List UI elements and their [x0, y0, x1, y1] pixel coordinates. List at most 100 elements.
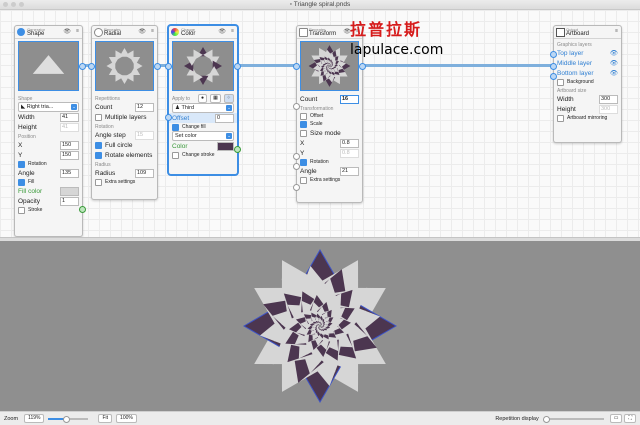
layer-bottom[interactable]: Bottom layer [557, 70, 607, 77]
fill-color-port[interactable] [79, 206, 86, 213]
menu-icon[interactable]: ≡ [615, 28, 618, 34]
radial-node[interactable]: Repeater Radial 👁 ≡ Repetitions Count 12 … [88, 25, 161, 200]
extra-settings-checkbox[interactable] [95, 178, 102, 186]
extra-settings-checkbox[interactable] [300, 176, 307, 184]
apply-grid-button[interactable]: ▦ [210, 94, 221, 103]
input-port[interactable] [165, 63, 172, 70]
dot-icon: ● [201, 95, 205, 101]
eye-icon[interactable]: 👁 [218, 28, 226, 35]
artboard-node[interactable]: Output Artboard ≡ Graphics layers Top la… [550, 25, 622, 143]
zoom-label: Zoom [4, 415, 19, 422]
wire-transform-artboard [360, 64, 553, 67]
window-title-text: Triangle spiral.pnds [293, 1, 351, 8]
background-label: Background [567, 79, 594, 85]
bottom-layer-port[interactable] [550, 73, 557, 80]
zoom-slider[interactable] [48, 415, 89, 423]
stroke-checkbox[interactable] [18, 206, 25, 214]
eye-icon[interactable]: 👁 [63, 28, 71, 35]
input-port[interactable] [293, 63, 300, 70]
mirroring-checkbox[interactable] [557, 114, 564, 122]
fill-label: Fill [28, 179, 35, 185]
count-port[interactable] [293, 103, 300, 110]
rotate-elements-label: Rotate elements [105, 151, 153, 159]
fill-color-swatch[interactable] [60, 186, 79, 196]
change-stroke-checkbox[interactable] [172, 151, 179, 159]
multiple-layers-checkbox[interactable] [95, 113, 102, 121]
artboard-height-input[interactable]: 300 [599, 104, 618, 114]
top-layer-port[interactable] [550, 51, 557, 58]
full-circle-checkbox[interactable] [95, 141, 102, 149]
apply-single-button[interactable]: ● [198, 94, 208, 103]
shape-type-select[interactable]: ◣ Right tria... ⌄ [18, 102, 79, 112]
menu-icon[interactable]: ≡ [231, 28, 234, 34]
shape-node[interactable]: Generator Shape 👁 ≡ Shape ◣ Right tria..… [14, 25, 86, 237]
background-checkbox[interactable] [557, 78, 564, 86]
render-view[interactable] [0, 241, 640, 411]
color-swatch[interactable] [217, 141, 234, 151]
split-view-button[interactable]: ▭ [609, 414, 623, 423]
fill-mode-select[interactable]: Set color ⌄ [172, 131, 234, 141]
angle-step-input[interactable]: 15 [135, 130, 154, 140]
input-port[interactable] [88, 63, 95, 70]
fit-button[interactable]: Fit [98, 414, 113, 423]
apply-pattern-button[interactable]: ⁘ [223, 94, 234, 103]
repetition-display-slider[interactable] [542, 415, 604, 423]
rotation-label: Rotation [310, 159, 329, 165]
generator-icon [17, 28, 25, 36]
layer-middle[interactable]: Middle layer [557, 60, 607, 67]
y-input[interactable]: 0.8 [340, 148, 359, 158]
rotation-checkbox[interactable] [300, 158, 307, 166]
eye-icon[interactable]: 👁 [610, 59, 618, 67]
apply-mode-select[interactable]: ♟ Third ⌄ [172, 103, 234, 113]
size-mode-checkbox[interactable] [300, 129, 307, 137]
angle-input[interactable]: 21 [340, 166, 359, 176]
y-input[interactable]: 150 [60, 150, 79, 160]
fill-checkbox[interactable] [18, 178, 25, 186]
offset-input[interactable]: 0 [215, 113, 234, 123]
offset-port[interactable] [165, 114, 172, 121]
menu-icon[interactable]: ≡ [151, 28, 154, 34]
node-editor-canvas[interactable]: Generator Shape 👁 ≡ Shape ◣ Right tria..… [0, 10, 640, 237]
x-input[interactable]: 0.8 [340, 138, 359, 148]
fullscreen-button[interactable]: ⛶ [624, 414, 636, 423]
angle-port[interactable] [293, 184, 300, 191]
opacity-input[interactable]: 1 [60, 196, 79, 206]
x-input[interactable]: 150 [60, 140, 79, 150]
apply-mode-value: Third [181, 105, 194, 111]
eye-icon[interactable]: 👁 [610, 69, 618, 77]
count-input[interactable]: 12 [135, 102, 154, 112]
zoom-value-field[interactable]: 119% [24, 414, 45, 423]
eye-icon[interactable]: 👁 [138, 28, 146, 35]
extra-settings-label: Extra settings [105, 179, 136, 185]
angle-input[interactable]: 135 [60, 168, 79, 178]
y-port[interactable] [293, 163, 300, 170]
offset-checkbox[interactable] [300, 112, 307, 120]
output-port[interactable] [79, 63, 86, 70]
zoom-slider-knob[interactable] [63, 415, 71, 423]
rotate-elements-checkbox[interactable] [95, 151, 102, 159]
color-preview [172, 41, 234, 91]
menu-icon[interactable]: ≡ [76, 28, 79, 34]
artboard-width-input[interactable]: 300 [599, 94, 618, 104]
change-fill-checkbox[interactable] [172, 123, 179, 131]
color-node[interactable]: Change Color 👁 ≡ Apply to ● ▦ ⁘ ♟ Third ⌄… [165, 25, 241, 175]
scale-checkbox[interactable] [300, 120, 307, 128]
scale-label: Scale [310, 121, 323, 127]
radius-input[interactable]: 109 [135, 168, 154, 178]
color-port[interactable] [234, 146, 241, 153]
width-input[interactable]: 41 [60, 112, 79, 122]
artwork-canvas [243, 249, 397, 403]
repetition-slider-knob[interactable] [542, 415, 550, 423]
pattern-icon: ⁘ [226, 95, 231, 101]
height-input[interactable]: 41 [60, 122, 79, 132]
count-input[interactable]: 16 [340, 94, 359, 104]
zoom-100-button[interactable]: 100% [116, 414, 137, 423]
x-port[interactable] [293, 153, 300, 160]
output-port[interactable] [154, 63, 161, 70]
output-port[interactable] [234, 63, 241, 70]
eye-icon[interactable]: 👁 [610, 49, 618, 57]
middle-layer-port[interactable] [550, 63, 557, 70]
layer-top[interactable]: Top layer [557, 50, 607, 57]
output-port[interactable] [359, 63, 366, 70]
rotation-checkbox[interactable] [18, 160, 25, 168]
